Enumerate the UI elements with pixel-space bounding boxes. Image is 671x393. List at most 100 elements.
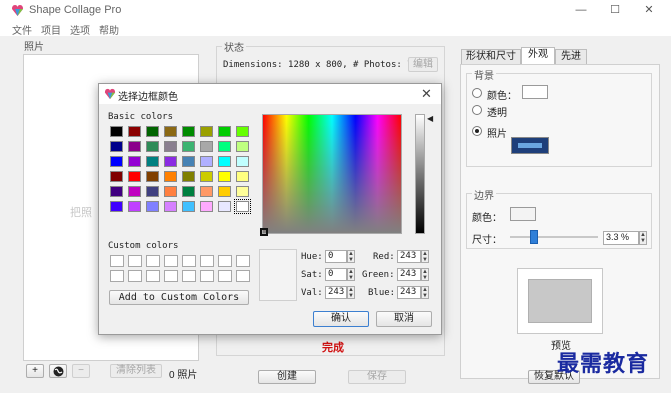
sat-input[interactable]: 0 xyxy=(325,268,347,281)
cancel-button[interactable]: 取消 xyxy=(376,311,432,327)
custom-color-swatch[interactable] xyxy=(146,270,160,282)
val-spinner[interactable]: ▲ ▼ xyxy=(347,286,355,299)
custom-color-swatch[interactable] xyxy=(128,270,142,282)
custom-color-swatch[interactable] xyxy=(110,255,124,267)
add-web-photo-button[interactable] xyxy=(49,364,67,378)
clear-list-button[interactable]: 清除列表 xyxy=(110,364,162,378)
basic-color-swatch[interactable] xyxy=(146,126,159,137)
basic-color-swatch[interactable] xyxy=(146,156,159,167)
basic-color-swatch[interactable] xyxy=(218,186,231,197)
border-size-spinner[interactable]: ▲ ▼ xyxy=(639,231,647,245)
basic-color-swatch[interactable] xyxy=(110,156,123,167)
basic-color-swatch[interactable] xyxy=(110,186,123,197)
edit-button[interactable]: 编辑 xyxy=(408,57,438,72)
basic-color-swatch[interactable] xyxy=(182,171,195,182)
menu-file[interactable]: 文件 xyxy=(12,22,32,37)
red-spinner[interactable]: ▲ ▼ xyxy=(421,250,429,263)
custom-color-swatch[interactable] xyxy=(200,255,214,267)
luminance-bar[interactable] xyxy=(415,114,425,234)
green-input[interactable]: 243 xyxy=(397,268,421,281)
basic-color-swatch[interactable] xyxy=(146,141,159,152)
basic-color-swatch[interactable] xyxy=(110,171,123,182)
border-size-track[interactable] xyxy=(510,236,598,238)
custom-color-swatch[interactable] xyxy=(182,255,196,267)
custom-color-swatch[interactable] xyxy=(236,255,250,267)
blue-input[interactable]: 243 xyxy=(397,286,421,299)
custom-color-swatch[interactable] xyxy=(200,270,214,282)
basic-color-swatch[interactable] xyxy=(200,126,213,137)
bg-photo-radio[interactable] xyxy=(472,126,482,136)
basic-color-swatch[interactable] xyxy=(110,141,123,152)
basic-color-swatch[interactable] xyxy=(218,201,231,212)
tab-shape-size[interactable]: 形状和尺寸 xyxy=(461,49,521,64)
basic-color-swatch[interactable] xyxy=(218,156,231,167)
basic-color-swatch[interactable] xyxy=(128,156,141,167)
green-spinner[interactable]: ▲ ▼ xyxy=(421,268,429,281)
basic-color-swatch[interactable] xyxy=(218,141,231,152)
basic-color-swatch[interactable] xyxy=(236,141,249,152)
hue-input[interactable]: 0 xyxy=(325,250,347,263)
custom-color-swatch[interactable] xyxy=(128,255,142,267)
basic-color-swatch[interactable] xyxy=(182,126,195,137)
basic-color-swatch[interactable] xyxy=(182,186,195,197)
custom-color-swatch[interactable] xyxy=(110,270,124,282)
dialog-close-icon[interactable]: ✕ xyxy=(421,86,432,102)
red-input[interactable]: 243 xyxy=(397,250,421,263)
basic-color-swatch[interactable] xyxy=(182,201,195,212)
basic-color-swatch[interactable] xyxy=(236,171,249,182)
basic-color-swatch[interactable] xyxy=(182,156,195,167)
bg-color-radio[interactable] xyxy=(472,88,482,98)
color-spectrum[interactable] xyxy=(260,114,402,236)
val-input[interactable]: 243 xyxy=(325,286,347,299)
basic-color-swatch[interactable] xyxy=(128,171,141,182)
basic-color-swatch[interactable] xyxy=(200,186,213,197)
basic-color-swatch[interactable] xyxy=(218,126,231,137)
basic-color-swatch[interactable] xyxy=(164,171,177,182)
border-size-thumb[interactable] xyxy=(529,230,538,244)
custom-color-swatch[interactable] xyxy=(218,255,232,267)
luminance-arrow-icon[interactable]: ◀ xyxy=(427,114,433,123)
bg-photo-thumbnail[interactable] xyxy=(511,137,549,154)
basic-color-swatch[interactable] xyxy=(128,186,141,197)
bg-transparent-radio[interactable] xyxy=(472,105,482,115)
basic-color-swatch[interactable] xyxy=(234,199,251,214)
basic-color-swatch[interactable] xyxy=(182,141,195,152)
custom-color-swatch[interactable] xyxy=(236,270,250,282)
sat-spinner[interactable]: ▲ ▼ xyxy=(347,268,355,281)
hue-spinner[interactable]: ▲ ▼ xyxy=(347,250,355,263)
menu-options[interactable]: 选项 xyxy=(70,22,90,37)
add-custom-colors-button[interactable]: Add to Custom Colors xyxy=(109,290,249,305)
basic-color-swatch[interactable] xyxy=(200,201,213,212)
maximize-button[interactable]: ☐ xyxy=(600,2,630,18)
custom-color-swatch[interactable] xyxy=(164,255,178,267)
basic-color-swatch[interactable] xyxy=(128,201,141,212)
basic-color-swatch[interactable] xyxy=(128,126,141,137)
basic-color-swatch[interactable] xyxy=(128,141,141,152)
basic-color-swatch[interactable] xyxy=(164,186,177,197)
minimize-button[interactable]: — xyxy=(566,2,596,18)
basic-color-swatch[interactable] xyxy=(200,156,213,167)
basic-color-swatch[interactable] xyxy=(218,171,231,182)
border-color-swatch[interactable] xyxy=(510,207,536,221)
custom-color-swatch[interactable] xyxy=(218,270,232,282)
basic-color-swatch[interactable] xyxy=(146,186,159,197)
basic-color-swatch[interactable] xyxy=(236,126,249,137)
basic-color-swatch[interactable] xyxy=(200,141,213,152)
custom-color-swatch[interactable] xyxy=(164,270,178,282)
basic-color-swatch[interactable] xyxy=(236,156,249,167)
bg-color-swatch[interactable] xyxy=(522,85,548,99)
basic-color-swatch[interactable] xyxy=(110,126,123,137)
basic-color-swatch[interactable] xyxy=(110,201,123,212)
add-photo-button[interactable]: + xyxy=(26,364,44,378)
create-button[interactable]: 创建 xyxy=(258,370,316,384)
basic-color-swatch[interactable] xyxy=(164,126,177,137)
tab-advanced[interactable]: 先进 xyxy=(555,49,587,64)
basic-color-swatch[interactable] xyxy=(164,156,177,167)
menu-help[interactable]: 帮助 xyxy=(99,22,119,37)
tab-appearance[interactable]: 外观 xyxy=(521,47,555,65)
ok-button[interactable]: 确认 xyxy=(313,311,369,327)
custom-color-swatch[interactable] xyxy=(146,255,160,267)
close-window-button[interactable]: ✕ xyxy=(634,2,664,18)
basic-color-swatch[interactable] xyxy=(200,171,213,182)
border-size-input[interactable]: 3.3 % xyxy=(603,231,639,245)
